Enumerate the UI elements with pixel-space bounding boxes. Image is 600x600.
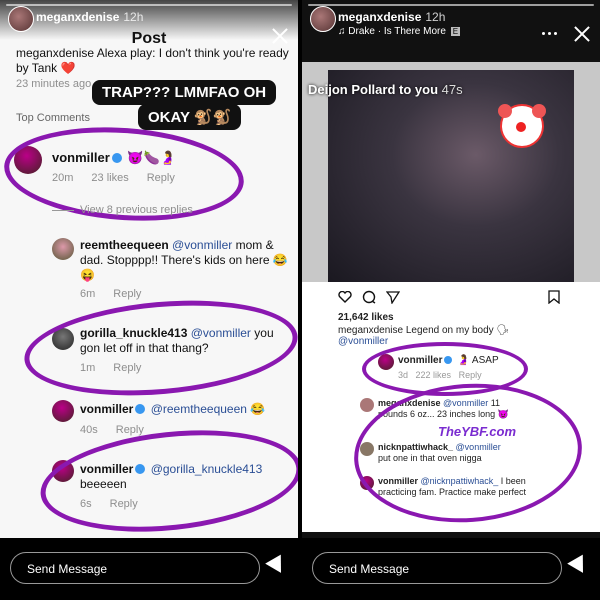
comment-meta: 6m Reply [80,288,159,300]
story-avatar[interactable] [8,6,34,32]
comment-vonmiller-2: vonmiller @reemtheequeen 😂 [80,402,290,417]
purple-circle-annotation [35,418,298,544]
reply-button[interactable]: Reply [113,288,141,300]
comment-mention[interactable]: @vonmiller [172,238,232,252]
music-label[interactable]: ♫ Drake · Is There More E [338,26,461,37]
close-icon[interactable] [572,24,592,44]
share-icon[interactable] [385,290,401,305]
view-previous-replies[interactable]: View 8 previous replies [80,204,193,216]
post-photo [328,70,574,282]
more-icon[interactable] [542,28,560,38]
comment-time: 6m [80,288,96,300]
tag-overlay: Deijon Pollard to you 47s [308,82,463,97]
comment-time: 40s [80,424,98,436]
story-progress-bar [6,4,292,6]
reply-button[interactable]: Reply [116,424,144,436]
send-icon[interactable] [567,554,591,578]
top-comments-label[interactable]: Top Comments [16,112,90,124]
avatar[interactable] [52,400,74,422]
music-note-icon: ♫ [338,26,349,37]
overlay-text-1: TRAP??? LMMFAO OH [92,80,277,105]
comment-username[interactable]: reemtheequeen [80,238,169,252]
comment-icon[interactable] [362,290,376,304]
purple-circle-annotation [20,290,298,406]
left-story-panel: meganxdenise 12h Post meganxdenise Alexa … [0,0,298,600]
replies-divider [52,210,74,211]
story-username[interactable]: meganxdenise 12h [338,10,445,24]
close-icon[interactable] [270,26,290,46]
comment-text: 😂 [250,402,266,416]
right-story-panel: meganxdenise 12h ♫ Drake · Is There More … [302,0,600,600]
post-caption: meganxdenise Alexa play: I don't think y… [16,46,289,75]
likes-count[interactable]: 21,642 likes [338,312,394,323]
story-progress-bar [308,4,594,6]
avatar[interactable] [360,398,374,412]
comment-username[interactable]: vonmiller [80,402,133,416]
message-footer: Send Message [302,538,600,600]
send-message-input[interactable]: Send Message [312,552,562,584]
verified-icon [135,404,146,414]
send-icon[interactable] [265,554,289,578]
clown-emoji-icon [498,104,546,148]
bookmark-icon[interactable] [548,290,560,305]
caption-time: 23 minutes ago [16,78,92,90]
story-avatar[interactable] [310,6,336,32]
comment-mention[interactable]: @reemtheequeen [151,402,247,416]
avatar[interactable] [52,238,74,260]
overlay-text-2: OKAY 🐒🐒 [138,104,242,130]
send-message-input[interactable]: Send Message [10,552,260,584]
story-username[interactable]: meganxdenise 12h [36,10,143,24]
explicit-badge: E [450,27,461,36]
heart-icon[interactable] [338,290,352,303]
comment-reemtheequeen: reemtheequeen @vonmiller mom & dad. Stop… [80,238,290,283]
shared-post-card: Deijon Pollard to you 47s 21,642 likes m… [302,62,600,532]
message-footer: Send Message [0,538,298,600]
